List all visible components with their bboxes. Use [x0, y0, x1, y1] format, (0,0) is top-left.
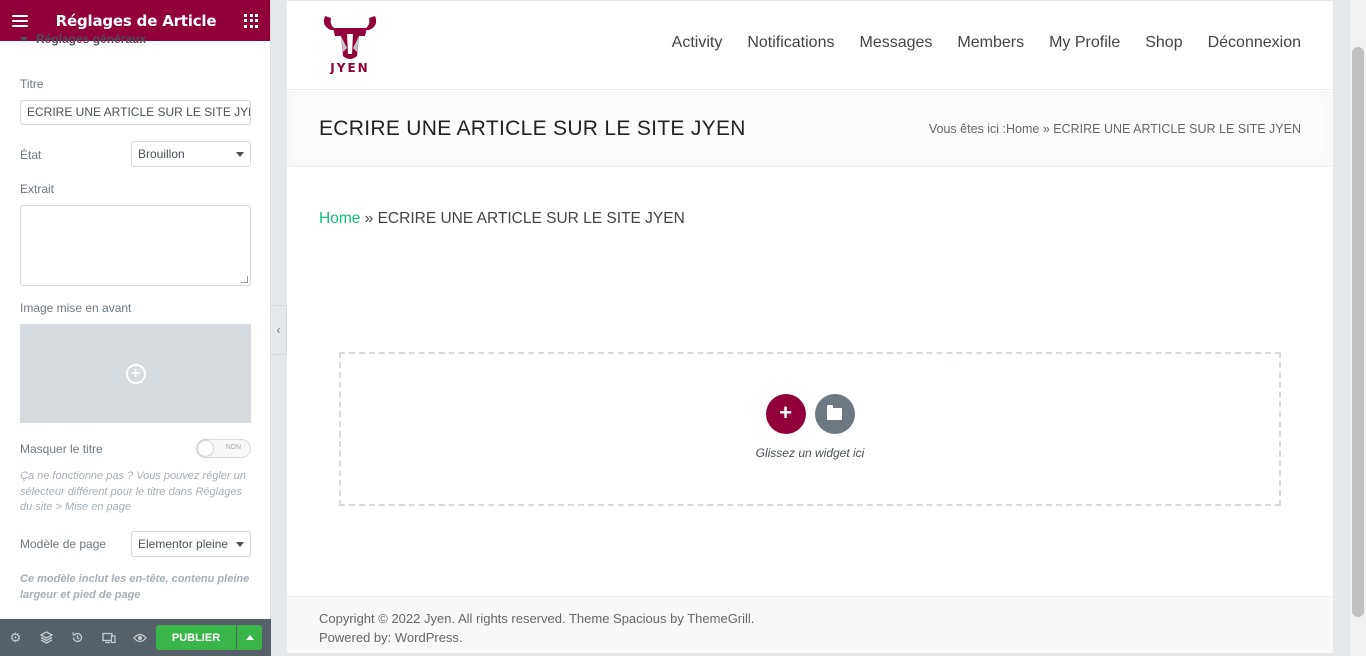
breadcrumb-prefix: Vous êtes ici :	[928, 122, 1006, 136]
breadcrumb-top: Vous êtes ici :Home » ECRIRE UNE ARTICLE…	[929, 122, 1301, 136]
page-title-bar: ECRIRE UNE ARTICLE SUR LE SITE JYEN Vous…	[287, 91, 1333, 167]
status-select[interactable]: Brouillon	[131, 141, 251, 167]
nav-notifications[interactable]: Notifications	[747, 34, 834, 52]
toggle-state: NON	[225, 444, 241, 451]
nav-logout[interactable]: Déconnexion	[1208, 34, 1301, 52]
site-logo[interactable]: JYEN	[319, 12, 381, 75]
scrollbar-thumb[interactable]	[1352, 47, 1364, 617]
menu-icon[interactable]	[12, 14, 28, 27]
logo-wordmark: JYEN	[329, 61, 369, 74]
breadcrumb-home-link[interactable]: Home	[1006, 122, 1039, 136]
publish-button[interactable]: Publier	[156, 625, 236, 650]
template-select[interactable]: Elementor pleine	[131, 531, 251, 557]
bull-logo-icon: JYEN	[323, 16, 377, 75]
title-input[interactable]: ECRIRE UNE ARTICLE SUR LE SITE JYEN	[20, 100, 251, 125]
widgets-grid-icon[interactable]	[244, 13, 258, 28]
dropdown-arrow-icon	[236, 542, 244, 547]
hide-title-note: Ça ne fonctionne pas ? Vous pouvez régle…	[20, 470, 246, 513]
site-header: JYEN Activity Notifications Messages Mem…	[287, 1, 1333, 90]
widget-drop-zone[interactable]: + Glissez un widget ici	[339, 352, 1281, 506]
footer-powered-by: Powered by: WordPress.	[319, 630, 463, 645]
template-note: Ce modèle inclut les en-tête, contenu pl…	[20, 573, 250, 601]
panel-title: Réglages de Article	[55, 11, 217, 30]
template-label: Modèle de page	[20, 537, 107, 551]
history-icon[interactable]	[62, 619, 93, 656]
page-title: ECRIRE UNE ARTICLE SUR LE SITE JYEN	[319, 117, 746, 140]
hide-title-toggle[interactable]: NON	[196, 439, 251, 458]
section-general-settings[interactable]: Réglages généraux	[20, 32, 146, 46]
add-section-button[interactable]: +	[765, 394, 806, 434]
breadcrumb-home-link[interactable]: Home	[319, 210, 360, 227]
featured-image-label: Image mise en avant	[20, 301, 132, 315]
resize-grip-icon[interactable]	[241, 276, 248, 283]
drop-zone-text: Glissez un widget ici	[755, 446, 865, 460]
excerpt-label: Extrait	[20, 182, 55, 196]
navigator-layers-icon[interactable]	[31, 619, 62, 656]
editor-panel: Réglages de Article Réglages généraux Ti…	[0, 0, 271, 656]
collapse-panel-button[interactable]: ‹	[271, 305, 287, 355]
chevron-left-icon: ‹	[276, 323, 281, 337]
breadcrumb-separator: »	[360, 210, 378, 227]
caret-up-icon	[245, 635, 254, 640]
featured-image-picker[interactable]: +	[20, 324, 251, 423]
responsive-mode-icon[interactable]	[93, 619, 124, 656]
status-value: Brouillon	[138, 147, 185, 161]
breadcrumb-main: Home » ECRIRE UNE ARTICLE SUR LE SITE JY…	[319, 210, 685, 228]
excerpt-textarea[interactable]	[20, 205, 251, 286]
site-footer: Copyright © 2022 Jyen. All rights reserv…	[287, 596, 1333, 653]
site-preview: JYEN Activity Notifications Messages Mem…	[287, 1, 1333, 653]
footer-copyright: Copyright © 2022 Jyen. All rights reserv…	[319, 611, 755, 626]
toggle-knob	[198, 441, 213, 456]
preview-eye-icon[interactable]	[124, 619, 155, 656]
nav-activity[interactable]: Activity	[672, 34, 723, 52]
drop-zone-buttons: +	[765, 394, 855, 434]
template-library-button[interactable]	[814, 394, 855, 434]
main-nav: Activity Notifications Messages Members …	[672, 34, 1301, 52]
panel-footer: ⚙ Publier	[0, 619, 271, 656]
caret-down-icon	[20, 36, 28, 42]
publish-options-button[interactable]	[237, 625, 262, 650]
folder-icon	[827, 405, 842, 420]
template-value: Elementor pleine	[138, 537, 229, 551]
dropdown-arrow-icon	[236, 152, 244, 157]
breadcrumb-current: ECRIRE UNE ARTICLE SUR LE SITE JYEN	[1053, 122, 1301, 136]
hide-title-label: Masquer le titre	[20, 442, 103, 456]
nav-messages[interactable]: Messages	[859, 34, 932, 52]
title-label: Titre	[20, 77, 44, 91]
preview-scrollbar[interactable]	[1350, 0, 1366, 656]
breadcrumb-separator: »	[1039, 122, 1054, 136]
nav-my-profile[interactable]: My Profile	[1049, 34, 1120, 52]
nav-shop[interactable]: Shop	[1145, 34, 1182, 52]
section-title: Réglages généraux	[36, 32, 147, 46]
breadcrumb-current: ECRIRE UNE ARTICLE SUR LE SITE JYEN	[377, 210, 685, 227]
settings-gear-icon[interactable]: ⚙	[0, 619, 31, 656]
status-label: État	[20, 148, 42, 162]
nav-members[interactable]: Members	[957, 34, 1024, 52]
add-image-icon: +	[125, 363, 146, 384]
